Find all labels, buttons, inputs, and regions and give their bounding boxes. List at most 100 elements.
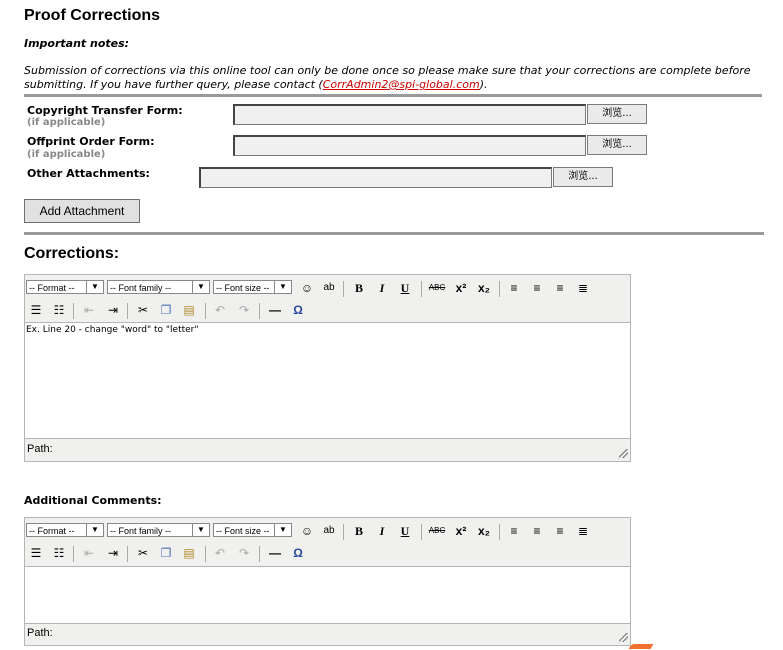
horizontal-rule-icon[interactable]: — bbox=[265, 543, 285, 563]
notes-text-after: ). bbox=[479, 78, 488, 91]
toolbar-separator bbox=[127, 546, 128, 562]
copyright-file-input[interactable] bbox=[233, 104, 586, 125]
redo-icon[interactable]: ↷ bbox=[234, 300, 254, 320]
underline-button[interactable]: U bbox=[395, 521, 415, 541]
editor-toolbar-row-2: ☰ ☷ ⇤ ⇥ ✂ ❐ ▤ ↶ ↷ — Ω bbox=[25, 543, 630, 565]
toolbar-separator bbox=[499, 524, 500, 540]
subscript-button[interactable]: x₂ bbox=[474, 278, 494, 298]
other-file-input[interactable] bbox=[199, 167, 552, 188]
copy-icon[interactable]: ❐ bbox=[156, 300, 176, 320]
align-center-icon[interactable]: ≡ bbox=[527, 521, 547, 541]
align-justify-icon[interactable]: ≣ bbox=[573, 521, 593, 541]
add-attachment-button[interactable]: Add Attachment bbox=[24, 199, 140, 223]
comments-heading: Additional Comments: bbox=[24, 494, 162, 507]
spell-icon[interactable]: ab bbox=[319, 278, 339, 298]
chevron-down-icon: ▼ bbox=[192, 524, 209, 536]
italic-button[interactable]: I bbox=[372, 278, 392, 298]
redo-icon[interactable]: ↷ bbox=[234, 543, 254, 563]
toolbar-separator bbox=[421, 524, 422, 540]
align-left-icon[interactable]: ≡ bbox=[504, 278, 524, 298]
bullet-list-icon[interactable]: ☰ bbox=[26, 543, 46, 563]
strikethrough-button[interactable]: ABC bbox=[427, 521, 447, 541]
align-justify-icon[interactable]: ≣ bbox=[573, 278, 593, 298]
chevron-down-icon: ▼ bbox=[274, 281, 291, 293]
bold-button[interactable]: B bbox=[349, 521, 369, 541]
undo-icon[interactable]: ↶ bbox=[210, 300, 230, 320]
font-size-select[interactable]: -- Font size -- ▼ bbox=[213, 523, 292, 537]
indent-icon[interactable]: ⇥ bbox=[103, 300, 123, 320]
emoticon-icon[interactable]: ☺ bbox=[297, 521, 317, 541]
divider bbox=[24, 232, 764, 235]
toolbar-separator bbox=[205, 303, 206, 319]
font-family-select[interactable]: -- Font family -- ▼ bbox=[107, 280, 210, 294]
toolbar-separator bbox=[259, 546, 260, 562]
offprint-sublabel: (if applicable) bbox=[27, 149, 106, 160]
format-select[interactable]: -- Format -- ▼ bbox=[26, 523, 104, 537]
offprint-file-input[interactable] bbox=[233, 135, 586, 156]
font-family-select[interactable]: -- Font family -- ▼ bbox=[107, 523, 210, 537]
spell-icon[interactable]: ab bbox=[319, 521, 339, 541]
resize-handle-icon[interactable] bbox=[619, 633, 628, 642]
special-char-button[interactable]: Ω bbox=[288, 300, 308, 320]
font-size-select[interactable]: -- Font size -- ▼ bbox=[213, 280, 292, 294]
horizontal-rule-icon[interactable]: — bbox=[265, 300, 285, 320]
chevron-down-icon: ▼ bbox=[192, 281, 209, 293]
path-label: Path: bbox=[27, 443, 53, 455]
italic-button[interactable]: I bbox=[372, 521, 392, 541]
format-select[interactable]: -- Format -- ▼ bbox=[26, 280, 104, 294]
scroll-indicator bbox=[628, 644, 654, 649]
path-label: Path: bbox=[27, 627, 53, 639]
superscript-button[interactable]: x² bbox=[451, 278, 471, 298]
comments-editor: -- Format -- ▼ -- Font family -- ▼ -- Font… bbox=[24, 517, 631, 646]
copyright-browse-button[interactable]: 浏览... bbox=[587, 104, 647, 124]
align-left-icon[interactable]: ≡ bbox=[504, 521, 524, 541]
align-center-icon[interactable]: ≡ bbox=[527, 278, 547, 298]
page-title: Proof Corrections bbox=[24, 7, 161, 24]
subscript-button[interactable]: x₂ bbox=[474, 521, 494, 541]
emoticon-icon[interactable]: ☺ bbox=[297, 278, 317, 298]
underline-button[interactable]: U bbox=[395, 278, 415, 298]
toolbar-separator bbox=[205, 546, 206, 562]
special-char-button[interactable]: Ω bbox=[288, 543, 308, 563]
corrections-heading: Corrections: bbox=[24, 245, 120, 262]
toolbar-separator bbox=[73, 303, 74, 319]
undo-icon[interactable]: ↶ bbox=[210, 543, 230, 563]
comments-textarea[interactable] bbox=[25, 566, 630, 624]
bullet-list-icon[interactable]: ☰ bbox=[26, 300, 46, 320]
indent-icon[interactable]: ⇥ bbox=[103, 543, 123, 563]
outdent-icon[interactable]: ⇤ bbox=[79, 300, 99, 320]
outdent-icon[interactable]: ⇤ bbox=[79, 543, 99, 563]
toolbar-separator bbox=[343, 524, 344, 540]
corrections-editor: -- Format -- ▼ -- Font family -- ▼ -- Font… bbox=[24, 274, 631, 462]
numbered-list-icon[interactable]: ☷ bbox=[49, 543, 69, 563]
chevron-down-icon: ▼ bbox=[86, 524, 103, 536]
strikethrough-button[interactable]: ABC bbox=[427, 278, 447, 298]
toolbar-separator bbox=[421, 281, 422, 297]
chevron-down-icon: ▼ bbox=[274, 524, 291, 536]
editor-toolbar-row-1: -- Format -- ▼ -- Font family -- ▼ -- Font… bbox=[25, 277, 630, 299]
corrections-textarea[interactable]: Ex. Line 20 - change "word" to "letter" bbox=[25, 322, 630, 439]
toolbar-separator bbox=[259, 303, 260, 319]
copyright-label: Copyright Transfer Form: bbox=[27, 104, 183, 117]
paste-icon[interactable]: ▤ bbox=[179, 300, 199, 320]
toolbar-separator bbox=[73, 546, 74, 562]
notes-text: Submission of corrections via this onlin… bbox=[24, 64, 764, 92]
offprint-browse-button[interactable]: 浏览... bbox=[587, 135, 647, 155]
superscript-button[interactable]: x² bbox=[451, 521, 471, 541]
copyright-sublabel: (if applicable) bbox=[27, 117, 106, 128]
paste-icon[interactable]: ▤ bbox=[179, 543, 199, 563]
toolbar-separator bbox=[499, 281, 500, 297]
cut-icon[interactable]: ✂ bbox=[133, 300, 153, 320]
copy-icon[interactable]: ❐ bbox=[156, 543, 176, 563]
align-right-icon[interactable]: ≡ bbox=[550, 278, 570, 298]
contact-email-link[interactable]: CorrAdmin2@spi-global.com bbox=[323, 78, 480, 91]
offprint-label: Offprint Order Form: bbox=[27, 135, 155, 148]
resize-handle-icon[interactable] bbox=[619, 449, 628, 458]
editor-toolbar-row-1: -- Format -- ▼ -- Font family -- ▼ -- Font… bbox=[25, 520, 630, 542]
bold-button[interactable]: B bbox=[349, 278, 369, 298]
cut-icon[interactable]: ✂ bbox=[133, 543, 153, 563]
align-right-icon[interactable]: ≡ bbox=[550, 521, 570, 541]
other-browse-button[interactable]: 浏览... bbox=[553, 167, 613, 187]
numbered-list-icon[interactable]: ☷ bbox=[49, 300, 69, 320]
toolbar-separator bbox=[343, 281, 344, 297]
